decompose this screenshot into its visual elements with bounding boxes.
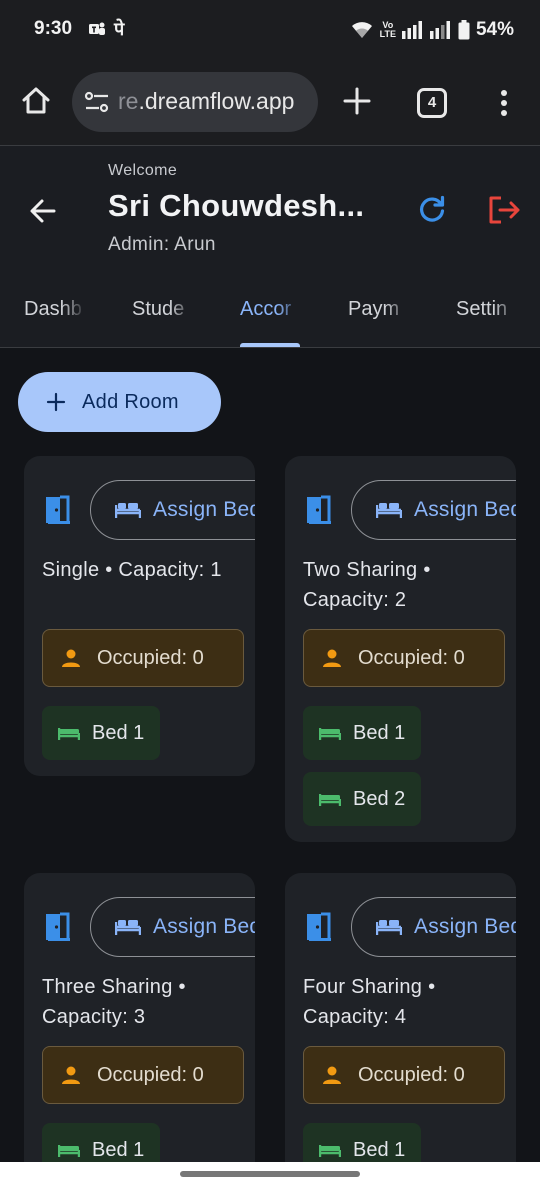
room-description: Three Sharing • Capacity: 3 <box>42 976 186 1028</box>
url-text: re.dreamflow.app <box>118 88 294 115</box>
battery-percent: 54% <box>475 19 514 40</box>
door-icon <box>46 495 70 524</box>
bed-chip[interactable]: Bed 1 <box>42 1123 161 1162</box>
occupied-chip: Occupied: 0 <box>303 629 505 687</box>
bed-icon <box>376 503 402 518</box>
logout-icon[interactable] <box>486 194 522 226</box>
wifi-icon <box>351 22 372 38</box>
signal-icon-secondary <box>429 21 450 39</box>
occupied-label: Occupied: 0 <box>97 1063 204 1086</box>
room-card: Assign Bed Four Sharing • Capacity: 4 Oc… <box>285 873 516 1162</box>
assign-bed-label: Assign Bed <box>153 498 255 521</box>
gesture-pill[interactable] <box>180 1171 360 1177</box>
new-tab-icon[interactable] <box>340 84 374 118</box>
occupied-chip: Occupied: 0 <box>42 629 244 687</box>
assign-bed-button[interactable]: Assign Bed <box>351 897 516 957</box>
bed-icon <box>319 728 341 740</box>
status-notification-glyph: पे <box>114 19 125 39</box>
tab-settings[interactable]: Settin <box>456 298 518 321</box>
url-text-domain: .dreamflow.app <box>138 88 295 114</box>
tab-students[interactable]: Stude <box>132 298 194 321</box>
bed-icon <box>115 920 141 935</box>
assign-bed-label: Assign Bed <box>414 915 516 938</box>
person-icon <box>62 649 80 667</box>
tab-accommodation[interactable]: Accor <box>240 298 302 321</box>
bed-label: Bed 1 <box>353 1138 406 1161</box>
occupied-label: Occupied: 0 <box>358 646 465 669</box>
welcome-label: Welcome <box>108 162 178 179</box>
home-icon[interactable] <box>20 85 52 117</box>
person-icon <box>323 649 341 667</box>
person-icon <box>62 1066 80 1084</box>
occupied-chip: Occupied: 0 <box>303 1046 505 1104</box>
bed-icon <box>58 1145 80 1157</box>
plus-icon <box>46 392 66 412</box>
bed-icon <box>58 728 80 740</box>
battery-icon <box>458 20 470 40</box>
bed-label: Bed 2 <box>353 787 406 810</box>
bed-chip[interactable]: Bed 1 <box>42 706 161 760</box>
room-description: Two Sharing • Capacity: 2 <box>303 559 431 611</box>
assign-bed-label: Assign Bed <box>414 498 516 521</box>
site-info-icon[interactable] <box>84 90 110 114</box>
add-room-button[interactable]: Add Room <box>18 372 221 432</box>
app-header: Welcome Sri Chouwdesh... Admin: Arun <box>0 146 540 276</box>
refresh-icon[interactable] <box>416 194 448 226</box>
assign-bed-button[interactable]: Assign Bed <box>90 480 255 540</box>
bed-chip[interactable]: Bed 2 <box>303 772 422 826</box>
occupied-label: Occupied: 0 <box>358 1063 465 1086</box>
add-room-label: Add Room <box>82 390 179 413</box>
more-vert-icon[interactable] <box>492 86 516 120</box>
room-card: Assign Bed Two Sharing • Capacity: 2 Occ… <box>285 456 516 842</box>
tab-bar: Dashb Stude Accor Paym Settin <box>0 276 540 348</box>
back-arrow-icon[interactable] <box>28 196 58 226</box>
assign-bed-button[interactable]: Assign Bed <box>351 480 516 540</box>
bed-chip[interactable]: Bed 1 <box>303 1123 422 1162</box>
room-description: Single • Capacity: 1 <box>42 559 222 581</box>
tab-dashboard[interactable]: Dashb <box>24 298 86 321</box>
bed-label: Bed 1 <box>92 1138 145 1161</box>
browser-toolbar: re.dreamflow.app 4 <box>0 60 540 146</box>
occupied-label: Occupied: 0 <box>97 646 204 669</box>
door-icon <box>307 495 331 524</box>
tab-payments[interactable]: Paym <box>348 298 410 321</box>
status-bar: 9:30 पे Vo LTE 54% <box>0 0 540 60</box>
room-description: Four Sharing • Capacity: 4 <box>303 976 436 1028</box>
bed-icon <box>115 503 141 518</box>
status-right-cluster: Vo LTE 54% <box>350 18 514 42</box>
room-card: Assign Bed Three Sharing • Capacity: 3 O… <box>24 873 255 1162</box>
person-icon <box>323 1066 341 1084</box>
door-icon <box>307 912 331 941</box>
occupied-chip: Occupied: 0 <box>42 1046 244 1104</box>
admin-label: Admin: Arun <box>108 234 216 255</box>
room-card: Assign Bed Single • Capacity: 1 Occupied… <box>24 456 255 776</box>
bed-label: Bed 1 <box>353 721 406 744</box>
door-icon <box>46 912 70 941</box>
lte-indicator: Vo LTE <box>379 20 396 39</box>
url-bar[interactable]: re.dreamflow.app <box>72 72 318 132</box>
teams-icon <box>89 22 105 35</box>
bed-icon <box>319 794 341 806</box>
tab-indicator <box>240 343 300 347</box>
bed-label: Bed 1 <box>92 721 145 744</box>
gesture-navigation-area <box>0 1162 540 1188</box>
bed-chip[interactable]: Bed 1 <box>303 706 422 760</box>
bed-icon <box>376 920 402 935</box>
assign-bed-button[interactable]: Assign Bed <box>90 897 255 957</box>
signal-icon <box>401 21 422 39</box>
status-time: 9:30 <box>34 18 73 39</box>
tab-switcher-button[interactable]: 4 <box>417 88 447 118</box>
page-title: Sri Chouwdesh... <box>108 188 365 223</box>
url-text-faded: re <box>118 88 139 114</box>
bed-icon <box>319 1145 341 1157</box>
assign-bed-label: Assign Bed <box>153 915 255 938</box>
